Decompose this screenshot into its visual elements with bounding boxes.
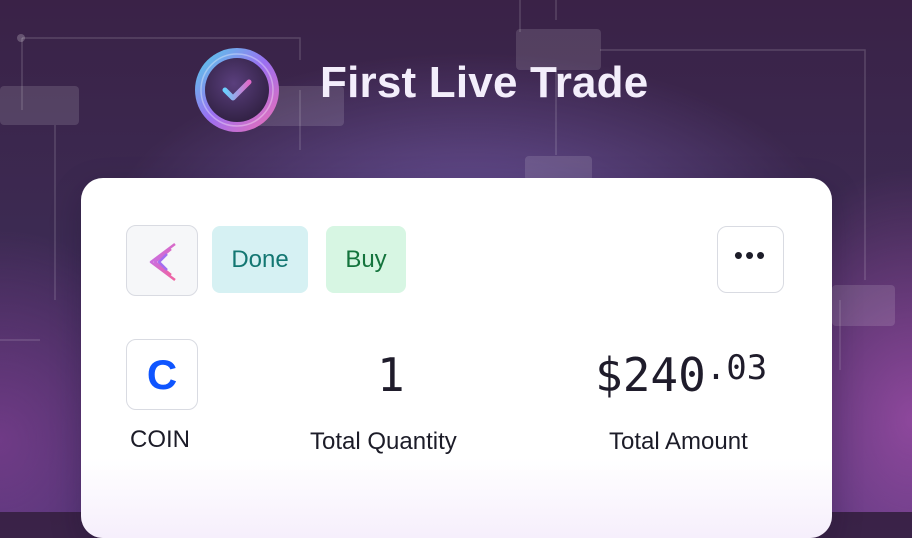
- background-block: [832, 285, 895, 326]
- more-options-button[interactable]: •••: [717, 226, 784, 293]
- side-badge: Buy: [326, 226, 406, 293]
- total-quantity-label: Total Quantity: [310, 428, 457, 455]
- coinbase-logo-icon: C: [146, 350, 178, 398]
- ticker-logo: C: [126, 339, 198, 410]
- amount-dollars: $240: [595, 348, 706, 402]
- background-block: [0, 86, 79, 125]
- total-amount-value: $240.03: [595, 348, 767, 402]
- amount-cents: .03: [705, 348, 768, 388]
- page-title: First Live Trade: [320, 58, 649, 107]
- trade-card: Done Buy ••• C COIN 1 Total Quantity $24…: [81, 178, 832, 538]
- more-horizontal-icon: •••: [733, 239, 768, 270]
- ticker-symbol: COIN: [130, 426, 190, 453]
- broker-chevron-logo-icon: [126, 225, 198, 296]
- total-quantity-value: 1: [377, 348, 405, 402]
- check-circle-icon: [193, 46, 281, 134]
- card-bottom-fade: [81, 458, 832, 538]
- status-badge: Done: [212, 226, 308, 293]
- total-amount-label: Total Amount: [609, 428, 748, 455]
